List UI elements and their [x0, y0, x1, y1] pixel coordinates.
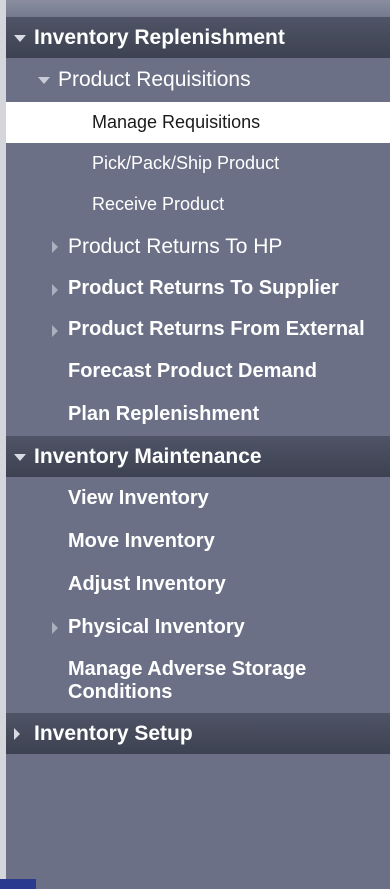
chevron-right-icon — [52, 325, 58, 337]
nav-item-view-inventory[interactable]: View Inventory — [6, 477, 390, 520]
chevron-right-icon — [52, 621, 58, 634]
section-inventory-setup[interactable]: Inventory Setup — [6, 713, 390, 754]
section-inventory-maintenance[interactable]: Inventory Maintenance — [6, 436, 390, 477]
chevron-down-icon — [14, 34, 26, 42]
chevron-right-icon — [52, 240, 58, 253]
section-label: Inventory Setup — [34, 722, 193, 745]
sidebar-top-strip — [6, 0, 390, 17]
nav-item-product-returns-to-hp[interactable]: Product Returns To HP — [6, 225, 390, 268]
nav-item-label: Manage Adverse Storage Conditions — [68, 658, 307, 703]
nav-item-adjust-inventory[interactable]: Adjust Inventory — [6, 563, 390, 606]
nav-item-move-inventory[interactable]: Move Inventory — [6, 520, 390, 563]
nav-item-manage-requisitions[interactable]: Manage Requisitions — [6, 102, 390, 143]
nav-item-plan-replenishment[interactable]: Plan Replenishment — [6, 393, 390, 436]
nav-item-label: Physical Inventory — [68, 616, 245, 638]
nav-item-label: Adjust Inventory — [68, 573, 226, 595]
nav-item-label: Product Returns From External — [68, 318, 365, 340]
nav-item-label: Pick/Pack/Ship Product — [92, 153, 280, 173]
chevron-right-icon — [52, 284, 58, 296]
chevron-down-icon — [38, 77, 50, 84]
section-inventory-replenishment[interactable]: Inventory Replenishment — [6, 17, 390, 58]
nav-item-product-requisitions[interactable]: Product Requisitions — [6, 58, 390, 102]
chevron-right-icon — [14, 727, 20, 740]
nav-item-forecast-product-demand[interactable]: Forecast Product Demand — [6, 350, 390, 393]
nav-item-receive-product[interactable]: Receive Product — [6, 184, 390, 225]
nav-item-label: Forecast Product Demand — [68, 360, 317, 382]
nav-item-product-returns-to-supplier[interactable]: Product Returns To Supplier — [6, 268, 390, 309]
section-label: Inventory Maintenance — [34, 445, 262, 468]
nav-item-pick-pack-ship-product[interactable]: Pick/Pack/Ship Product — [6, 143, 390, 184]
nav-item-label: Product Returns To HP — [68, 235, 283, 258]
chevron-down-icon — [14, 453, 26, 461]
nav-item-physical-inventory[interactable]: Physical Inventory — [6, 606, 390, 649]
nav-item-label: Manage Requisitions — [92, 112, 261, 132]
nav-item-product-returns-from-external[interactable]: Product Returns From External — [6, 309, 390, 350]
nav-item-label: Product Returns To Supplier — [68, 277, 339, 299]
nav-item-label: View Inventory — [68, 487, 209, 509]
nav-item-label: Receive Product — [92, 194, 225, 214]
bottom-accent-bar — [0, 879, 36, 889]
section-label: Inventory Replenishment — [34, 26, 285, 49]
nav-item-label: Plan Replenishment — [68, 403, 260, 425]
navigation-sidebar: Inventory Replenishment Product Requisit… — [6, 0, 390, 889]
nav-item-label: Move Inventory — [68, 530, 215, 552]
nav-item-label: Product Requisitions — [58, 68, 251, 91]
nav-item-manage-adverse-storage-conditions[interactable]: Manage Adverse Storage Conditions — [6, 649, 390, 713]
